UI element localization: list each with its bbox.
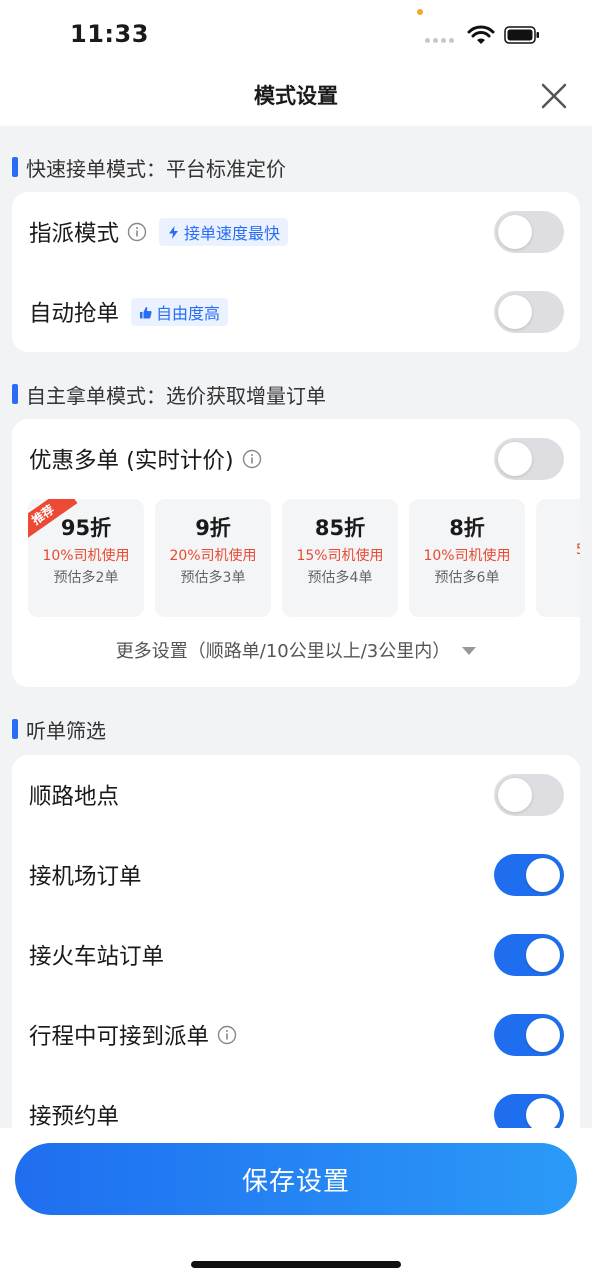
tag-text: 接单速度最快	[184, 224, 281, 243]
thumbs-up-icon	[140, 306, 152, 318]
discount-option[interactable]: 9折 20%司机使用 预估多3单	[155, 499, 271, 617]
option-estimate: 预估多6单	[434, 570, 500, 586]
toggle-knob	[498, 442, 532, 476]
status-time: 11:33	[70, 20, 149, 48]
info-icon[interactable]	[242, 449, 262, 469]
train-station-orders-toggle[interactable]	[494, 934, 564, 976]
option-usage: 10%司机使用	[423, 548, 511, 564]
option-estimate: 预估多4单	[307, 570, 373, 586]
discount-option[interactable]: 7 5%司 预估	[536, 499, 580, 617]
toggle-knob	[526, 1018, 560, 1052]
save-button[interactable]: 保存设置	[15, 1143, 577, 1215]
section-marker	[12, 157, 18, 177]
row-label: 行程中可接到派单	[29, 1024, 210, 1050]
info-icon[interactable]	[217, 1025, 237, 1045]
option-usage: 15%司机使用	[296, 548, 384, 564]
lightning-icon	[169, 225, 179, 239]
battery-icon	[504, 26, 539, 44]
dispatch-mode-toggle[interactable]	[494, 211, 564, 253]
speed-tag: 接单速度最快	[159, 218, 289, 246]
row-auto-grab: 自动抢单 自由度高	[12, 272, 580, 352]
toggle-knob	[498, 215, 532, 249]
home-indicator	[191, 1261, 401, 1268]
row-label: 指派模式	[29, 221, 120, 247]
section-title-filters: 听单筛选	[12, 714, 106, 744]
section-title-quick-mode: 快速接单模式：平台标准定价	[12, 152, 286, 182]
section-marker	[12, 719, 18, 739]
row-dispatch-mode: 指派模式 接单速度最快	[12, 192, 580, 272]
section-title-self-mode: 自主拿单模式：选价获取增量订单	[12, 379, 326, 409]
section-marker	[12, 384, 18, 404]
section-title-text: 快速接单模式：平台标准定价	[26, 156, 286, 181]
row-dispatch-during-trip: 行程中可接到派单	[12, 995, 580, 1075]
wifi-icon	[467, 25, 495, 44]
toggle-knob	[498, 778, 532, 812]
discount-option[interactable]: 8折 10%司机使用 预估多6单	[409, 499, 525, 617]
more-settings-label: 更多设置（顺路单/10公里以上/3公里内）	[115, 641, 451, 662]
option-estimate: 预估	[536, 561, 580, 581]
row-discount-orders: 优惠多单 (实时计价)	[12, 419, 580, 499]
discount-orders-toggle[interactable]	[494, 438, 564, 480]
section-title-text: 自主拿单模式：选价获取增量订单	[26, 383, 326, 408]
discount-option[interactable]: 推荐 95折 10%司机使用 预估多2单	[28, 499, 144, 617]
tag-text: 自由度高	[156, 304, 221, 323]
on-the-way-toggle[interactable]	[494, 774, 564, 816]
quick-mode-card: 指派模式 接单速度最快 自动抢单 自由度高	[12, 192, 580, 352]
filters-card: 顺路地点 接机场订单 接火车站订单 行程中可接到派单 接预约单	[12, 755, 580, 1155]
discount-option[interactable]: 85折 15%司机使用 预估多4单	[282, 499, 398, 617]
row-label: 接预约单	[29, 1104, 120, 1130]
page-title: 模式设置	[254, 84, 338, 108]
dispatch-during-trip-toggle[interactable]	[494, 1014, 564, 1056]
self-mode-card: 优惠多单 (实时计价) 推荐 95折 10%司机使用 预估多2单 9折 20%司…	[12, 419, 580, 687]
row-airport-orders: 接机场订单	[12, 835, 580, 915]
row-on-the-way: 顺路地点	[12, 755, 580, 835]
info-icon[interactable]	[127, 222, 147, 242]
option-title: 8折	[449, 516, 485, 540]
row-train-station-orders: 接火车站订单	[12, 915, 580, 995]
option-estimate: 预估多2单	[53, 570, 119, 586]
option-title: 9折	[195, 516, 231, 540]
row-label: 接火车站订单	[29, 944, 165, 970]
freedom-tag: 自由度高	[131, 298, 229, 326]
option-estimate: 预估多3单	[180, 570, 246, 586]
row-label: 顺路地点	[29, 784, 120, 810]
toggle-knob	[526, 1098, 560, 1132]
cellular-signal-icon	[425, 38, 454, 43]
toggle-knob	[526, 858, 560, 892]
camera-indicator-icon	[417, 9, 423, 15]
option-title: 85折	[314, 516, 366, 540]
more-settings-button[interactable]: 更多设置（顺路单/10公里以上/3公里内）	[12, 637, 580, 663]
row-label: 自动抢单	[29, 301, 120, 327]
chevron-down-icon	[462, 647, 477, 655]
discount-options: 推荐 95折 10%司机使用 预估多2单 9折 20%司机使用 预估多3单 85…	[28, 499, 580, 617]
toggle-knob	[526, 938, 560, 972]
top-bar: 11:33 模式设置	[0, 0, 592, 126]
option-usage: 20%司机使用	[169, 548, 257, 564]
option-title: 7	[536, 512, 580, 536]
airport-orders-toggle[interactable]	[494, 854, 564, 896]
toggle-knob	[498, 295, 532, 329]
row-label: 接机场订单	[29, 864, 142, 890]
option-usage: 10%司机使用	[42, 548, 130, 564]
section-title-text: 听单筛选	[26, 718, 106, 743]
close-icon[interactable]	[538, 80, 570, 112]
auto-grab-toggle[interactable]	[494, 291, 564, 333]
option-usage: 5%司	[536, 539, 580, 559]
screen: 11:33 模式设置 快速接单模式：平台标准定价 指派模式 接单速度最快 自动抢…	[0, 0, 592, 1280]
row-label: 优惠多单 (实时计价)	[29, 448, 234, 474]
